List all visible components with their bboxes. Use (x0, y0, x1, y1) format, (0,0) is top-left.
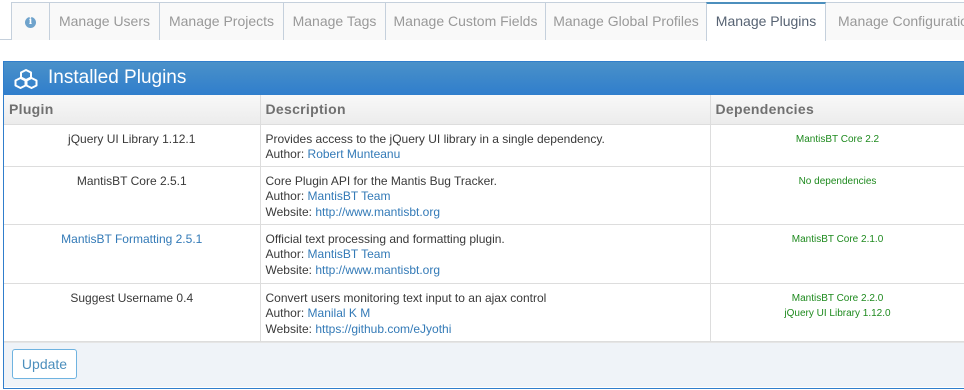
column-header-dependencies: Dependencies (710, 95, 964, 125)
plugin-website-line: Website: http://www.mantisbt.org (266, 205, 710, 221)
widget-title: Installed Plugins (48, 67, 187, 88)
tab-info[interactable]: i (11, 2, 50, 40)
plugin-description: Provides access to the jQuery UI library… (265, 131, 605, 146)
plugin-name: jQuery UI Library 1.12.1 (4, 124, 261, 167)
plugin-description-cell: Provides access to the jQuery UI library… (260, 124, 711, 167)
dependency-item: MantisBT Core 2.1.0 (791, 233, 884, 245)
tab-manage-plugins[interactable]: Manage Plugins (706, 2, 826, 41)
tab-manage-custom-fields[interactable]: Manage Custom Fields (385, 2, 546, 40)
table-row: Suggest Username 0.4 Convert users monit… (4, 283, 964, 342)
plugin-dependencies: MantisBT Core 2.2 (710, 124, 964, 167)
author-link[interactable]: Robert Munteanu (308, 147, 401, 161)
table-row: MantisBT Core 2.5.1 Core Plugin API for … (4, 166, 964, 225)
author-link[interactable]: MantisBT Team (308, 189, 391, 203)
author-link[interactable]: MantisBT Team (308, 247, 391, 261)
plugin-author-line: Author: Robert Munteanu (266, 147, 710, 163)
website-link[interactable]: https://github.com/eJyothi (315, 322, 451, 336)
table-row: jQuery UI Library 1.12.1 Provides access… (4, 124, 964, 167)
tab-manage-projects[interactable]: Manage Projects (159, 2, 284, 40)
plugin-author-line: Author: MantisBT Team (266, 189, 710, 205)
tab-manage-tags[interactable]: Manage Tags (283, 2, 386, 40)
plugin-dependencies: No dependencies (710, 166, 964, 225)
plugin-name: Suggest Username 0.4 (4, 283, 261, 342)
dependency-item: jQuery UI Library 1.12.0 (784, 308, 891, 319)
plugin-description-cell: Core Plugin API for the Mantis Bug Track… (260, 166, 711, 225)
author-label: Author: (265, 189, 305, 203)
plugin-description-cell: Convert users monitoring text input to a… (260, 283, 711, 342)
plugin-website-line: Website: http://www.mantisbt.org (266, 263, 710, 279)
widget-footer: Update (4, 341, 964, 387)
dependency-item: MantisBT Core 2.2.0 (791, 292, 884, 304)
plugin-description: Official text processing and formatting … (265, 231, 505, 246)
plugin-name: MantisBT Core 2.5.1 (4, 166, 261, 225)
info-icon: i (25, 16, 36, 28)
website-label: Website: (265, 321, 312, 336)
plugin-description: Convert users monitoring text input to a… (265, 290, 547, 305)
cubes-icon (14, 69, 38, 89)
plugin-website-line: Website: https://github.com/eJyothi (266, 322, 710, 338)
author-label: Author: (265, 147, 305, 161)
plugin-author-line: Author: MantisBT Team (266, 247, 710, 263)
plugin-description-cell: Official text processing and formatting … (260, 224, 711, 284)
plugins-table: Plugin Description Dependencies jQuery U… (4, 95, 964, 342)
widget-header: Installed Plugins (4, 62, 964, 95)
tab-bar: i Manage Users Manage Projects Manage Ta… (0, 0, 964, 41)
plugin-dependencies: MantisBT Core 2.2.0 jQuery UI Library 1.… (710, 283, 964, 342)
plugin-description: Core Plugin API for the Mantis Bug Track… (265, 173, 497, 188)
author-label: Author: (265, 306, 305, 320)
update-button[interactable]: Update (12, 348, 77, 379)
plugin-dependencies: MantisBT Core 2.1.0 (710, 224, 964, 284)
dependency-item: MantisBT Core 2.2 (795, 133, 880, 145)
table-row: MantisBT Formatting 2.5.1 Official text … (4, 224, 964, 284)
tab-manage-configuration[interactable]: Manage Configuration (825, 2, 964, 40)
website-label: Website: (265, 204, 312, 219)
plugin-name-link[interactable]: MantisBT Formatting 2.5.1 (4, 224, 261, 284)
website-label: Website: (265, 262, 312, 277)
plugin-author-line: Author: Manilal K M (266, 306, 710, 322)
author-link[interactable]: Manilal K M (308, 306, 371, 320)
column-header-plugin: Plugin (4, 95, 261, 125)
author-label: Author: (265, 247, 305, 261)
website-link[interactable]: http://www.mantisbt.org (315, 263, 440, 277)
installed-plugins-widget: Installed Plugins Plugin Description Dep… (3, 61, 964, 389)
website-link[interactable]: http://www.mantisbt.org (315, 205, 440, 219)
tab-manage-users[interactable]: Manage Users (49, 2, 160, 40)
tab-manage-global-profiles[interactable]: Manage Global Profiles (545, 2, 707, 40)
column-header-description: Description (260, 95, 711, 125)
dependency-item: No dependencies (798, 175, 877, 187)
